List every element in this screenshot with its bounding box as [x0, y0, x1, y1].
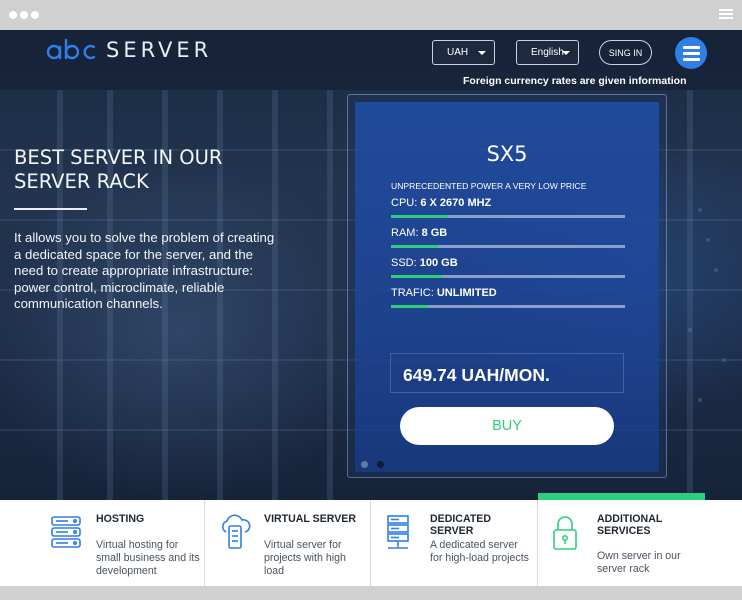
server-stack-icon: [51, 516, 81, 548]
chevron-down-icon: [562, 51, 570, 55]
window-menu-icon[interactable]: [719, 9, 733, 20]
spec-bar: [391, 305, 625, 308]
feature-title: VIRTUAL SERVER: [264, 513, 357, 525]
price-box: 649.74 UAH/MON.: [390, 353, 624, 393]
spec-value: 8 GB: [421, 227, 448, 239]
feature-hosting[interactable]: HOSTING Virtual hosting for small busine…: [0, 500, 205, 586]
plan-name: SX5: [486, 142, 528, 166]
spec-bar-fill: [391, 215, 448, 218]
feature-description: A dedicated server for high-load project…: [430, 539, 529, 564]
sign-in-button[interactable]: SING IN: [599, 40, 652, 65]
spec-key: SSD:: [391, 257, 417, 269]
language-select[interactable]: English: [516, 40, 579, 65]
feature-description: Virtual server for projects with high lo…: [264, 539, 346, 577]
feature-title: ADDITIONAL SERVICES: [597, 513, 663, 537]
abc-logo-icon: [46, 38, 96, 60]
spec-bar-fill: [391, 305, 429, 308]
plan-spec-traffic: TRAFIC: UNLIMITED: [391, 287, 625, 308]
cloud-server-icon: [222, 514, 251, 549]
spec-key: RAM:: [391, 227, 419, 239]
plan-card-body: SX5 UNPRECEDENTED POWER A VERY LOW PRICE…: [355, 102, 659, 472]
slider-dot[interactable]: [361, 461, 368, 468]
hero-section: SERVER UAH English SING IN Foreign curre…: [0, 30, 742, 500]
server-tower-icon: [387, 515, 409, 549]
chevron-down-icon: [478, 51, 486, 55]
feature-description: Virtual hosting for small business and i…: [96, 539, 200, 577]
plan-card: SX5 UNPRECEDENTED POWER A VERY LOW PRICE…: [347, 94, 667, 478]
feature-title: HOSTING: [96, 513, 145, 525]
hero-title: BEST SERVER IN OUR SERVER RACK: [14, 146, 223, 193]
spec-bar: [391, 275, 625, 278]
spec-value: 6 X 2670 MHZ: [420, 197, 492, 209]
plan-spec-ram: RAM: 8 GB: [391, 227, 625, 248]
window-controls: [9, 11, 39, 19]
plan-price: 649.74 UAH/MON.: [403, 365, 550, 385]
window-bottom-edge: [0, 586, 742, 600]
feature-additional-services[interactable]: ADDITIONAL SERVICES Own server in our se…: [538, 500, 742, 586]
feature-title: DEDICATED SERVER: [430, 513, 492, 537]
active-feature-indicator: [538, 493, 705, 500]
lock-icon: [553, 516, 577, 550]
hero-divider: [14, 208, 87, 210]
window-dot[interactable]: [9, 11, 17, 19]
currency-note: Foreign currency rates are given informa…: [463, 75, 687, 87]
plan-spec-ssd: SSD: 100 GB: [391, 257, 625, 278]
feature-dedicated-server[interactable]: DEDICATED SERVER A dedicated server for …: [371, 500, 538, 586]
window-dot[interactable]: [20, 11, 28, 19]
feature-description: Own server in our server rack: [597, 550, 681, 575]
spec-bar-fill: [391, 275, 443, 278]
main-menu-button[interactable]: [675, 37, 707, 69]
plan-spec-cpu: CPU: 6 X 2670 MHZ: [391, 197, 625, 218]
browser-window: SERVER UAH English SING IN Foreign curre…: [0, 0, 742, 600]
spec-bar: [391, 215, 625, 218]
currency-value: UAH: [447, 47, 469, 58]
plan-tagline: UNPRECEDENTED POWER A VERY LOW PRICE: [391, 181, 587, 191]
window-dot[interactable]: [31, 11, 39, 19]
spec-key: TRAFIC:: [391, 287, 434, 299]
window-titlebar: [0, 0, 742, 30]
spec-value: UNLIMITED: [436, 287, 497, 299]
spec-value: 100 GB: [419, 257, 458, 269]
slider-dot[interactable]: [377, 461, 384, 468]
spec-bar: [391, 245, 625, 248]
feature-virtual-server[interactable]: VIRTUAL SERVER Virtual server for projec…: [205, 500, 371, 586]
slider-pagination: [361, 461, 384, 468]
currency-select[interactable]: UAH: [432, 40, 495, 65]
language-value: English: [531, 47, 564, 58]
brand-logo[interactable]: SERVER: [46, 37, 212, 63]
hero-description: It allows you to solve the problem of cr…: [14, 230, 275, 311]
spec-bar-fill: [391, 245, 438, 248]
spec-key: CPU:: [391, 197, 418, 209]
features-bar: HOSTING Virtual hosting for small busine…: [0, 500, 742, 586]
buy-button[interactable]: BUY: [400, 407, 614, 445]
hamburger-icon: [682, 45, 700, 49]
brand-name: SERVER: [106, 38, 213, 62]
